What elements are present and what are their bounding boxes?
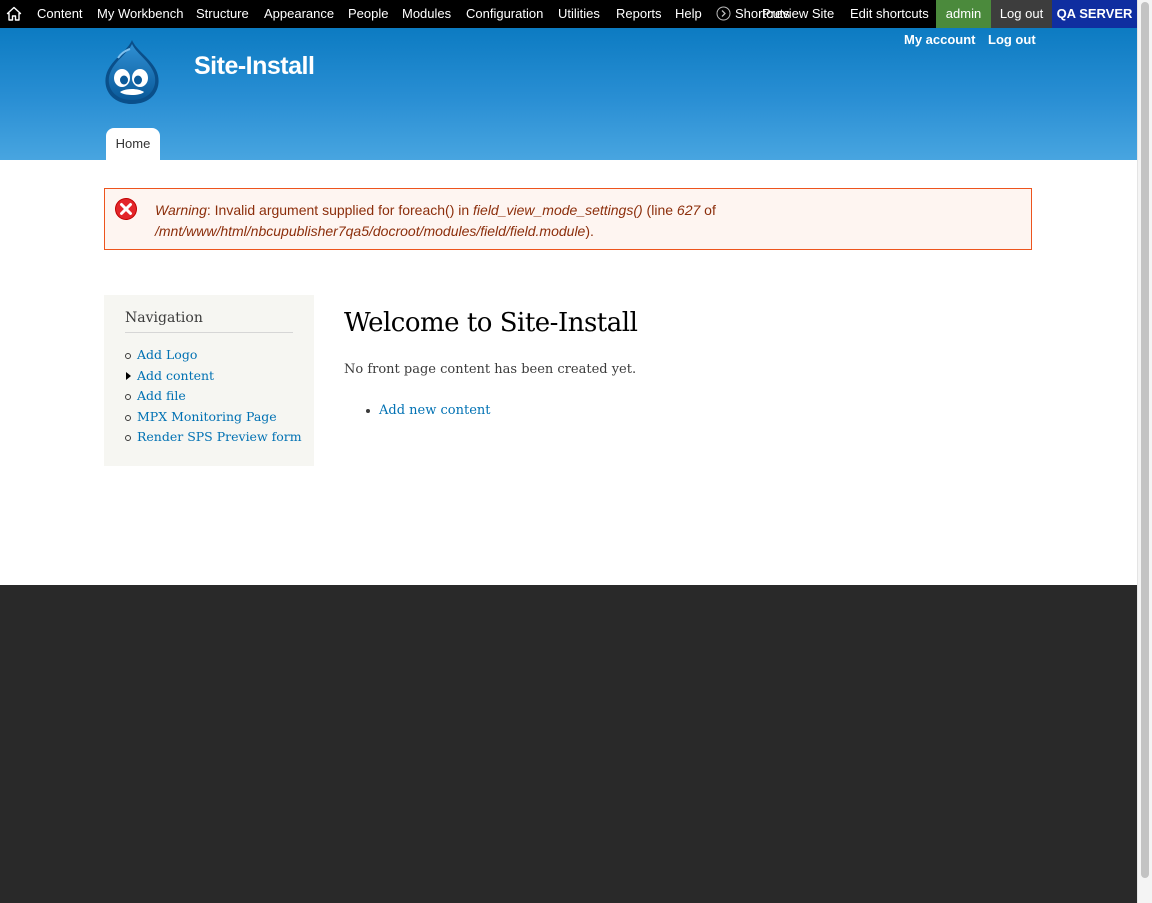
toolbar-item-appearance[interactable]: Appearance	[264, 0, 334, 28]
toolbar-item-my-workbench[interactable]: My Workbench	[97, 0, 183, 28]
toolbar-logout[interactable]: Log out	[991, 0, 1052, 28]
drupal-logo-icon[interactable]	[100, 38, 164, 108]
nav-item-label[interactable]: Add file	[137, 388, 186, 403]
toolbar-item-structure[interactable]: Structure	[196, 0, 249, 28]
toolbar-item-utilities[interactable]: Utilities	[558, 0, 600, 28]
nav-item-add-content[interactable]: Add content	[125, 368, 302, 389]
bullet-circle-icon	[125, 414, 131, 421]
error-icon	[115, 198, 137, 220]
shortcuts-toggle-icon[interactable]	[716, 6, 731, 21]
scrollbar-thumb[interactable]	[1141, 2, 1149, 878]
toolbar-item-content[interactable]: Content	[37, 0, 83, 28]
no-content-message: No front page content has been created y…	[344, 362, 637, 377]
tab-home[interactable]: Home	[106, 128, 160, 160]
warning-file-path: /mnt/www/html/nbcupublisher7qa5/docroot/…	[155, 223, 586, 239]
bullet-circle-icon	[125, 435, 131, 441]
nav-item-label[interactable]: Render SPS Preview form	[137, 429, 302, 444]
navigation-menu: Add Logo Add content Add file MPX Monito…	[125, 347, 302, 450]
warning-text-part: of	[700, 202, 716, 218]
sidebar-title: Navigation	[125, 310, 293, 333]
my-account-link[interactable]: My account	[904, 32, 976, 47]
sidebar-navigation-block: Navigation Add Logo Add content Add file…	[104, 295, 314, 466]
home-icon[interactable]	[6, 6, 22, 22]
admin-toolbar: Content My Workbench Structure Appearanc…	[0, 0, 1137, 28]
nav-item-mpx-monitoring[interactable]: MPX Monitoring Page	[125, 409, 302, 430]
toolbar-item-reports[interactable]: Reports	[616, 0, 662, 28]
browser-viewport: Content My Workbench Structure Appearanc…	[0, 0, 1137, 903]
warning-line-number: 627	[676, 202, 701, 218]
nav-item-label[interactable]: MPX Monitoring Page	[137, 409, 277, 424]
nav-item-label[interactable]: Add Logo	[137, 347, 197, 362]
toolbar-item-people[interactable]: People	[348, 0, 388, 28]
warning-text-part: (line	[642, 202, 677, 218]
site-header: Site-Install My account Log out Home	[0, 28, 1137, 160]
warning-label: Warning	[155, 202, 207, 218]
warning-text-part: : Invalid argument supplied for foreach(…	[206, 202, 474, 218]
collapsed-arrow-icon[interactable]	[126, 371, 131, 380]
page-title: Welcome to Site-Install	[344, 308, 638, 338]
warning-message: Warning: Invalid argument supplied for f…	[104, 188, 1032, 250]
site-name[interactable]: Site-Install	[194, 52, 315, 81]
edit-shortcuts-link[interactable]: Edit shortcuts	[850, 0, 929, 28]
toolbar-user-admin[interactable]: admin	[936, 0, 991, 28]
vertical-scrollbar[interactable]	[1137, 0, 1152, 903]
bullet-dot-icon	[366, 409, 370, 413]
shortcut-preview-site[interactable]: Preview Site	[762, 0, 834, 28]
header-logout-link[interactable]: Log out	[988, 32, 1036, 47]
toolbar-item-help[interactable]: Help	[675, 0, 702, 28]
add-new-content-link[interactable]: Add new content	[379, 403, 490, 418]
nav-item-render-sps-preview[interactable]: Render SPS Preview form	[125, 429, 302, 450]
bullet-circle-icon	[125, 353, 131, 359]
qa-server-badge: QA SERVER	[1052, 0, 1137, 28]
nav-item-add-logo[interactable]: Add Logo	[125, 347, 302, 368]
toolbar-item-configuration[interactable]: Configuration	[466, 0, 543, 28]
warning-text: Warning: Invalid argument supplied for f…	[155, 200, 1015, 242]
warning-text-part: ).	[585, 223, 594, 239]
toolbar-item-modules[interactable]: Modules	[402, 0, 451, 28]
bullet-circle-icon	[125, 394, 131, 400]
nav-item-label[interactable]: Add content	[137, 368, 214, 383]
nav-item-add-file[interactable]: Add file	[125, 388, 302, 409]
warning-function: field_view_mode_settings()	[473, 202, 643, 218]
site-footer	[0, 585, 1137, 903]
